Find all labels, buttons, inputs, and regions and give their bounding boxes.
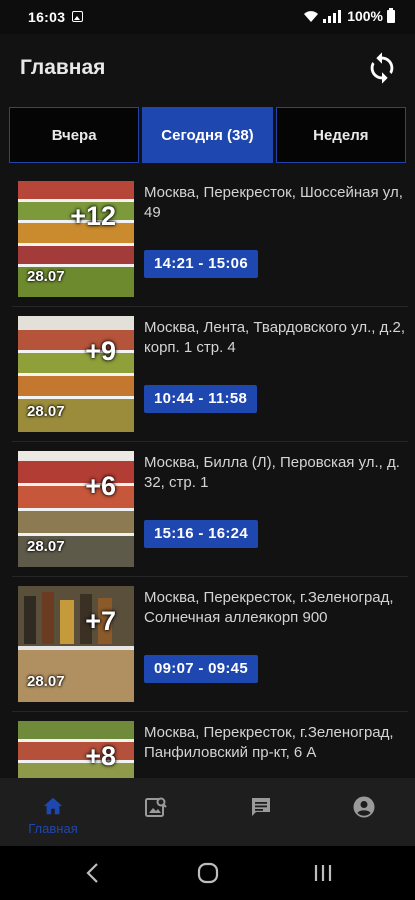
recents-icon	[314, 865, 332, 881]
visit-time-badge: 10:44 - 11:58	[144, 385, 258, 413]
period-tabs: Вчера Сегодня (38) Неделя	[9, 107, 406, 163]
system-navigation	[0, 846, 415, 900]
nav-home[interactable]: Главная	[3, 778, 103, 846]
app-bar: Главная	[0, 34, 415, 104]
visit-time-badge: 14:21 - 15:06	[144, 250, 258, 278]
store-address: Москва, Лента, Твардовского ул., д.2, ко…	[144, 319, 406, 356]
signal-icon	[323, 9, 342, 23]
list-item[interactable]: +7 28.07 Москва, Перекресток, г.Зеленогр…	[12, 577, 408, 712]
nav-messages[interactable]	[210, 778, 310, 846]
image-icon	[72, 11, 83, 22]
status-right: 100%	[303, 7, 395, 24]
back-icon	[86, 863, 98, 883]
refresh-button[interactable]	[361, 47, 403, 89]
photo-count: +9	[85, 336, 116, 366]
photo-date: 28.07	[27, 403, 65, 420]
list-item[interactable]: +9 28.07 Москва, Лента, Твардовского ул.…	[12, 307, 408, 442]
refresh-icon	[370, 52, 394, 84]
status-bar: 16:03 100%	[0, 0, 415, 34]
photo-search-icon	[145, 797, 167, 817]
system-home-button[interactable]	[193, 860, 223, 886]
photo-count: +6	[85, 471, 116, 501]
system-recents-button[interactable]	[308, 860, 338, 886]
visit-time-badge: 15:16 - 16:24	[144, 520, 258, 548]
list-item[interactable]: +12 28.07 Москва, Перекресток, Шоссейная…	[12, 172, 408, 307]
home-circle-icon	[197, 862, 219, 884]
battery-percent: 100%	[347, 8, 383, 24]
nav-photos[interactable]	[105, 778, 205, 846]
visits-list[interactable]: +12 28.07 Москва, Перекресток, Шоссейная…	[0, 172, 415, 778]
shelf-photo[interactable]: +7 28.07	[18, 586, 134, 702]
photo-date: 28.07	[27, 673, 65, 690]
chat-icon	[252, 798, 270, 816]
photo-date: 28.07	[27, 268, 65, 285]
nav-account[interactable]	[313, 778, 413, 846]
photo-count: +8	[85, 741, 116, 771]
tab-yesterday[interactable]: Вчера	[9, 107, 140, 163]
home-icon	[43, 797, 63, 815]
store-address: Москва, Билла (Л), Перовская ул., д. 32,…	[144, 454, 400, 491]
store-address: Москва, Перекресток, Шоссейная ул, 49	[144, 184, 403, 221]
system-back-button[interactable]	[78, 860, 108, 886]
account-icon	[353, 796, 375, 818]
shelf-photo[interactable]: +8	[18, 721, 134, 778]
store-address: Москва, Перекресток, г.Зеленоград, Панфи…	[144, 724, 394, 761]
tab-today[interactable]: Сегодня (38)	[142, 107, 273, 163]
photo-count: +7	[85, 606, 116, 636]
list-item[interactable]: +6 28.07 Москва, Билла (Л), Перовская ул…	[12, 442, 408, 577]
bottom-navigation: Главная	[0, 778, 415, 846]
store-address: Москва, Перекресток, г.Зеленоград, Солне…	[144, 589, 394, 626]
battery-icon	[387, 7, 395, 23]
shelf-photo[interactable]: +6 28.07	[18, 451, 134, 567]
wifi-icon	[304, 10, 319, 22]
shelf-photo[interactable]: +12 28.07	[18, 181, 134, 297]
photo-count: +12	[70, 201, 116, 231]
list-item[interactable]: +8 Москва, Перекресток, г.Зеленоград, Па…	[12, 712, 408, 778]
visit-time-badge: 09:07 - 09:45	[144, 655, 258, 683]
photo-date: 28.07	[27, 538, 65, 555]
nav-home-label: Главная	[28, 821, 78, 836]
shelf-photo[interactable]: +9 28.07	[18, 316, 134, 432]
tab-week[interactable]: Неделя	[275, 107, 406, 163]
status-time: 16:03	[28, 9, 66, 25]
page-title: Главная	[20, 56, 106, 79]
